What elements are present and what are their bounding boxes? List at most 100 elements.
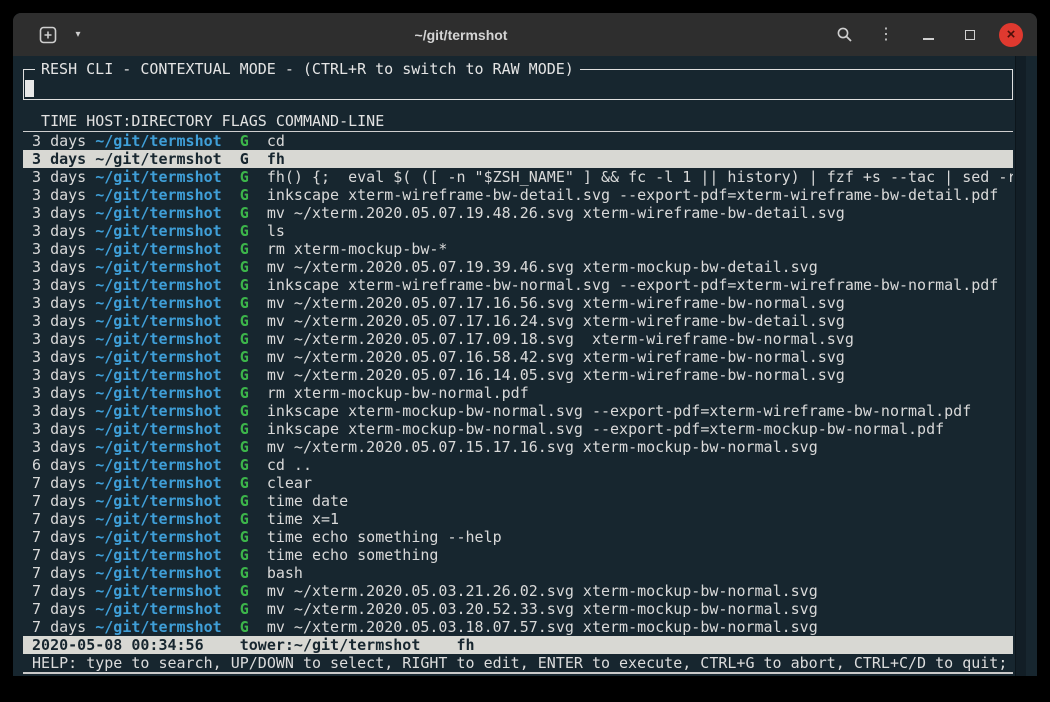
history-row[interactable]: 3 days ~/git/termshot G rm xterm-mockup-… xyxy=(23,384,1013,402)
row-command: mv ~/xterm.2020.05.07.16.58.42.svg xterm… xyxy=(267,348,845,366)
row-directory: ~/git/termshot xyxy=(95,600,221,618)
history-row[interactable]: 7 days ~/git/termshot G clear xyxy=(23,474,1013,492)
titlebar-left-group: ▾ xyxy=(35,22,91,48)
row-time: 3 days xyxy=(23,276,95,294)
close-button[interactable]: × xyxy=(999,23,1023,47)
row-directory: ~/git/termshot xyxy=(95,438,221,456)
row-spacer xyxy=(222,348,240,366)
row-time: 7 days xyxy=(23,564,95,582)
history-row[interactable]: 3 days ~/git/termshot G rm xterm-mockup-… xyxy=(23,240,1013,258)
history-row[interactable]: 3 days ~/git/termshot G mv ~/xterm.2020.… xyxy=(23,366,1013,384)
status-bar: 2020-05-08 00:34:56 tower:~/git/termshot… xyxy=(23,636,1013,654)
row-spacer xyxy=(222,510,240,528)
row-flags: G xyxy=(240,618,249,636)
row-spacer xyxy=(222,618,240,636)
search-box[interactable]: RESH CLI - CONTEXTUAL MODE - (CTRL+R to … xyxy=(23,60,1013,100)
row-directory: ~/git/termshot xyxy=(95,168,221,186)
row-spacer xyxy=(249,492,267,510)
row-command: cd xyxy=(267,132,285,150)
row-time: 6 days xyxy=(23,456,95,474)
new-tab-button[interactable] xyxy=(35,22,61,48)
row-spacer xyxy=(222,528,240,546)
history-row[interactable]: 3 days ~/git/termshot G inkscape xterm-m… xyxy=(23,420,1013,438)
history-row[interactable]: 3 days ~/git/termshot G inkscape xterm-w… xyxy=(23,186,1013,204)
row-spacer xyxy=(222,546,240,564)
help-line: HELP: type to search, UP/DOWN to select,… xyxy=(23,654,1013,672)
row-directory: ~/git/termshot xyxy=(95,456,221,474)
row-time: 3 days xyxy=(23,312,95,330)
restore-button[interactable] xyxy=(957,22,983,48)
history-row[interactable]: 7 days ~/git/termshot G mv ~/xterm.2020.… xyxy=(23,618,1013,636)
row-flags: G xyxy=(240,222,249,240)
row-spacer xyxy=(249,132,267,150)
row-command: mv ~/xterm.2020.05.07.19.48.26.svg xterm… xyxy=(267,204,845,222)
history-row[interactable]: 7 days ~/git/termshot G mv ~/xterm.2020.… xyxy=(23,600,1013,618)
history-row[interactable]: 3 days ~/git/termshot G mv ~/xterm.2020.… xyxy=(23,348,1013,366)
row-flags: G xyxy=(240,312,249,330)
row-spacer xyxy=(222,600,240,618)
history-row[interactable]: 7 days ~/git/termshot G time echo someth… xyxy=(23,546,1013,564)
history-row[interactable]: 7 days ~/git/termshot G mv ~/xterm.2020.… xyxy=(23,582,1013,600)
row-spacer xyxy=(249,456,267,474)
row-spacer xyxy=(249,312,267,330)
history-row[interactable]: 3 days ~/git/termshot G mv ~/xterm.2020.… xyxy=(23,258,1013,276)
history-row[interactable]: 7 days ~/git/termshot G bash xyxy=(23,564,1013,582)
row-flags: G xyxy=(240,456,249,474)
history-row[interactable]: 3 days ~/git/termshot G cd xyxy=(23,132,1013,150)
history-row[interactable]: 3 days ~/git/termshot G fh xyxy=(23,150,1013,168)
history-row[interactable]: 3 days ~/git/termshot G mv ~/xterm.2020.… xyxy=(23,204,1013,222)
history-row[interactable]: 3 days ~/git/termshot G mv ~/xterm.2020.… xyxy=(23,294,1013,312)
row-flags: G xyxy=(240,438,249,456)
row-spacer xyxy=(222,222,240,240)
row-directory: ~/git/termshot xyxy=(95,402,221,420)
row-directory: ~/git/termshot xyxy=(95,492,221,510)
row-spacer xyxy=(249,564,267,582)
menu-button[interactable]: ⋮ xyxy=(873,22,899,48)
new-tab-dropdown-button[interactable]: ▾ xyxy=(65,22,91,48)
history-row[interactable]: 7 days ~/git/termshot G time x=1 xyxy=(23,510,1013,528)
row-time: 3 days xyxy=(23,240,95,258)
row-spacer xyxy=(249,438,267,456)
row-spacer xyxy=(222,132,240,150)
row-time: 3 days xyxy=(23,186,95,204)
row-spacer xyxy=(222,492,240,510)
row-command: mv ~/xterm.2020.05.07.19.39.46.svg xterm… xyxy=(267,258,818,276)
row-flags: G xyxy=(240,564,249,582)
row-directory: ~/git/termshot xyxy=(95,150,221,168)
row-spacer xyxy=(249,528,267,546)
row-flags: G xyxy=(240,204,249,222)
row-flags: G xyxy=(240,150,249,168)
row-command: mv ~/xterm.2020.05.03.21.26.02.svg xterm… xyxy=(267,582,818,600)
history-row[interactable]: 6 days ~/git/termshot G cd .. xyxy=(23,456,1013,474)
history-row[interactable]: 3 days ~/git/termshot G mv ~/xterm.2020.… xyxy=(23,438,1013,456)
history-row[interactable]: 3 days ~/git/termshot G fh() {; eval $( … xyxy=(23,168,1013,186)
history-row[interactable]: 7 days ~/git/termshot G time date xyxy=(23,492,1013,510)
table-header: TIME HOST:DIRECTORY FLAGS COMMAND-LINE xyxy=(23,112,1013,132)
history-row[interactable]: 3 days ~/git/termshot G mv ~/xterm.2020.… xyxy=(23,330,1013,348)
history-row[interactable]: 7 days ~/git/termshot G time echo someth… xyxy=(23,528,1013,546)
search-icon xyxy=(836,26,853,43)
history-row[interactable]: 3 days ~/git/termshot G ls xyxy=(23,222,1013,240)
history-list: 3 days ~/git/termshot G cd 3 days ~/git/… xyxy=(23,132,1013,636)
scrollbar[interactable] xyxy=(1015,56,1026,676)
row-directory: ~/git/termshot xyxy=(95,330,221,348)
row-spacer xyxy=(249,420,267,438)
row-command: rm xterm-mockup-bw-normal.pdf xyxy=(267,384,529,402)
row-flags: G xyxy=(240,600,249,618)
row-flags: G xyxy=(240,258,249,276)
new-tab-icon xyxy=(39,26,57,44)
row-flags: G xyxy=(240,330,249,348)
row-time: 7 days xyxy=(23,546,95,564)
row-flags: G xyxy=(240,366,249,384)
minimize-button[interactable] xyxy=(915,22,941,48)
row-directory: ~/git/termshot xyxy=(95,312,221,330)
row-spacer xyxy=(249,510,267,528)
search-button[interactable] xyxy=(831,22,857,48)
history-row[interactable]: 3 days ~/git/termshot G inkscape xterm-w… xyxy=(23,276,1013,294)
row-spacer xyxy=(249,150,267,168)
row-directory: ~/git/termshot xyxy=(95,132,221,150)
history-row[interactable]: 3 days ~/git/termshot G mv ~/xterm.2020.… xyxy=(23,312,1013,330)
history-row[interactable]: 3 days ~/git/termshot G inkscape xterm-m… xyxy=(23,402,1013,420)
kebab-menu-icon: ⋮ xyxy=(878,27,894,43)
terminal-screen[interactable]: RESH CLI - CONTEXTUAL MODE - (CTRL+R to … xyxy=(13,56,1037,676)
